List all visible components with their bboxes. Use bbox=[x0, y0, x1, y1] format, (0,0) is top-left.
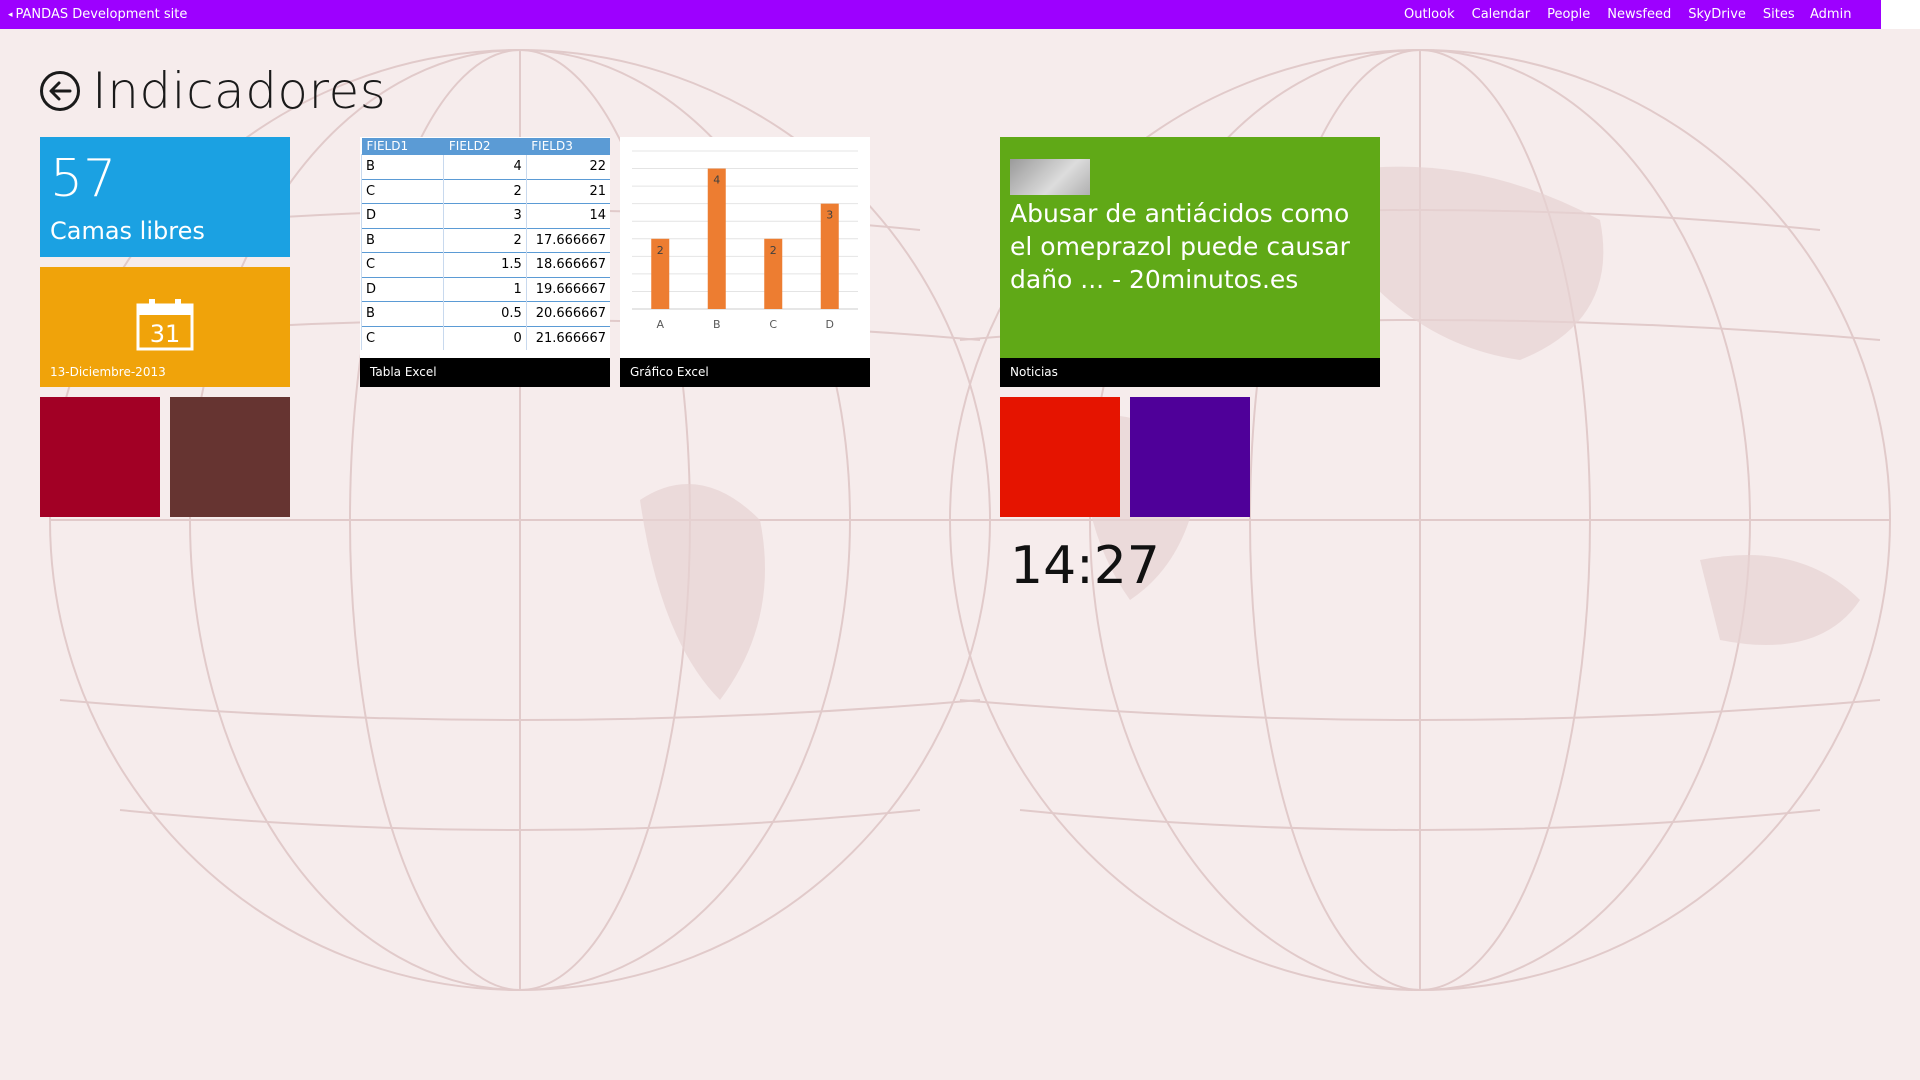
tile-caption: Tabla Excel bbox=[360, 358, 610, 387]
table-cell: 20.666667 bbox=[525, 301, 610, 326]
table-cell: 4 bbox=[443, 154, 527, 179]
table-row: D 3 14 bbox=[360, 203, 610, 228]
chart-data-label: 4 bbox=[713, 174, 720, 187]
suite-link-sites[interactable]: Sites bbox=[1763, 7, 1795, 22]
table-cell: 3 bbox=[443, 203, 527, 228]
excel-bar-chart: 2 A 4 B 2 C 3 D bbox=[632, 150, 858, 331]
page-title: Indicadores bbox=[92, 62, 387, 120]
chart-data-label: 2 bbox=[657, 244, 664, 257]
chart-tick-label: D bbox=[826, 318, 834, 331]
chart-tick-label: A bbox=[656, 318, 664, 331]
table-row: B 4 22 bbox=[360, 154, 610, 179]
tile-camas-libres[interactable]: 57 Camas libres bbox=[40, 137, 290, 257]
tile-crimson[interactable] bbox=[40, 397, 160, 517]
chart-tick-label: C bbox=[769, 318, 777, 331]
table-cell: 22 bbox=[525, 154, 610, 179]
table-cell: 1.5 bbox=[443, 252, 527, 277]
tile-caption: Noticias bbox=[1000, 358, 1380, 387]
table-row: B 2 17.666667 bbox=[360, 227, 610, 253]
calendar-icon: 31 bbox=[136, 299, 194, 351]
tile-tabla-excel[interactable]: FIELD1 FIELD2 FIELD3 B 4 22 C 2 21 D 3 1… bbox=[360, 137, 610, 387]
suite-link-calendar[interactable]: Calendar bbox=[1472, 7, 1530, 22]
table-cell: 17.666667 bbox=[525, 227, 610, 253]
table-cell: 14 bbox=[525, 203, 610, 228]
table-cell: C bbox=[360, 252, 444, 277]
tile-indigo[interactable] bbox=[1130, 397, 1250, 517]
suite-link-newsfeed[interactable]: Newsfeed bbox=[1607, 7, 1671, 22]
chart-data-label: 3 bbox=[826, 209, 833, 222]
suite-links: Outlook Calendar People Newsfeed SkyDriv… bbox=[1404, 7, 1795, 22]
tile-red[interactable] bbox=[1000, 397, 1120, 517]
calendar-day: 31 bbox=[150, 320, 181, 348]
chart-tick-label: B bbox=[713, 318, 721, 331]
user-menu[interactable]: Admin bbox=[1810, 7, 1851, 22]
tile-fecha[interactable]: 31 13-Diciembre-2013 bbox=[40, 267, 290, 387]
table-cell: B bbox=[360, 154, 444, 179]
table-cell: B bbox=[360, 301, 444, 326]
news-headline: Abusar de antiácidos como el omeprazol p… bbox=[1010, 199, 1350, 294]
table-cell: D bbox=[360, 203, 444, 228]
site-name: PANDAS Development site bbox=[15, 7, 188, 22]
site-link[interactable]: ◂ PANDAS Development site bbox=[8, 7, 187, 22]
tile-noticias[interactable]: Abusar de antiácidos como el omeprazol p… bbox=[1000, 137, 1380, 387]
tile-brown[interactable] bbox=[170, 397, 290, 517]
table-cell: 0.5 bbox=[443, 301, 527, 326]
table-header: FIELD3 bbox=[526, 138, 610, 155]
table-cell: 2 bbox=[443, 227, 527, 253]
news-thumbnail-image bbox=[1010, 159, 1090, 195]
date-label: 13-Diciembre-2013 bbox=[50, 365, 166, 379]
chart-bar bbox=[707, 168, 726, 309]
table-cell: 1 bbox=[443, 276, 527, 302]
scroll-edge bbox=[1881, 0, 1920, 29]
suite-link-outlook[interactable]: Outlook bbox=[1404, 7, 1455, 22]
excel-table: FIELD1 FIELD2 FIELD3 B 4 22 C 2 21 D 3 1… bbox=[360, 138, 610, 350]
table-cell: 0 bbox=[443, 325, 527, 350]
table-cell: C bbox=[360, 178, 444, 204]
caret-left-icon: ◂ bbox=[8, 9, 13, 20]
table-row: B 0.5 20.666667 bbox=[360, 301, 610, 326]
table-cell: 18.666667 bbox=[525, 252, 610, 277]
camas-label: Camas libres bbox=[50, 217, 205, 245]
camas-count: 57 bbox=[50, 149, 117, 209]
table-cell: 19.666667 bbox=[525, 276, 610, 302]
table-header: FIELD1 bbox=[361, 138, 444, 155]
table-cell: B bbox=[360, 227, 444, 253]
chart-data-label: 2 bbox=[770, 244, 777, 257]
suite-bar: ◂ PANDAS Development site Outlook Calend… bbox=[0, 0, 1920, 29]
tile-grafico-excel[interactable]: 2 A 4 B 2 C 3 D Gráfico Excel bbox=[620, 137, 870, 387]
page-header: Indicadores bbox=[40, 62, 386, 120]
table-row: C 0 21.666667 bbox=[360, 325, 610, 350]
table-cell: 21.666667 bbox=[525, 325, 610, 350]
table-cell: D bbox=[360, 276, 444, 302]
table-row: C 2 21 bbox=[360, 178, 610, 204]
back-arrow-icon[interactable] bbox=[40, 71, 80, 111]
table-header: FIELD2 bbox=[443, 138, 527, 155]
clock: 14:27 bbox=[1010, 536, 1160, 596]
table-row: D 1 19.666667 bbox=[360, 276, 610, 302]
suite-link-people[interactable]: People bbox=[1547, 7, 1590, 22]
suite-link-skydrive[interactable]: SkyDrive bbox=[1688, 7, 1746, 22]
table-cell: 2 bbox=[443, 178, 527, 204]
table-row: C 1.5 18.666667 bbox=[360, 252, 610, 277]
tile-caption: Gráfico Excel bbox=[620, 358, 870, 387]
table-cell: C bbox=[360, 325, 444, 350]
table-cell: 21 bbox=[525, 178, 610, 204]
